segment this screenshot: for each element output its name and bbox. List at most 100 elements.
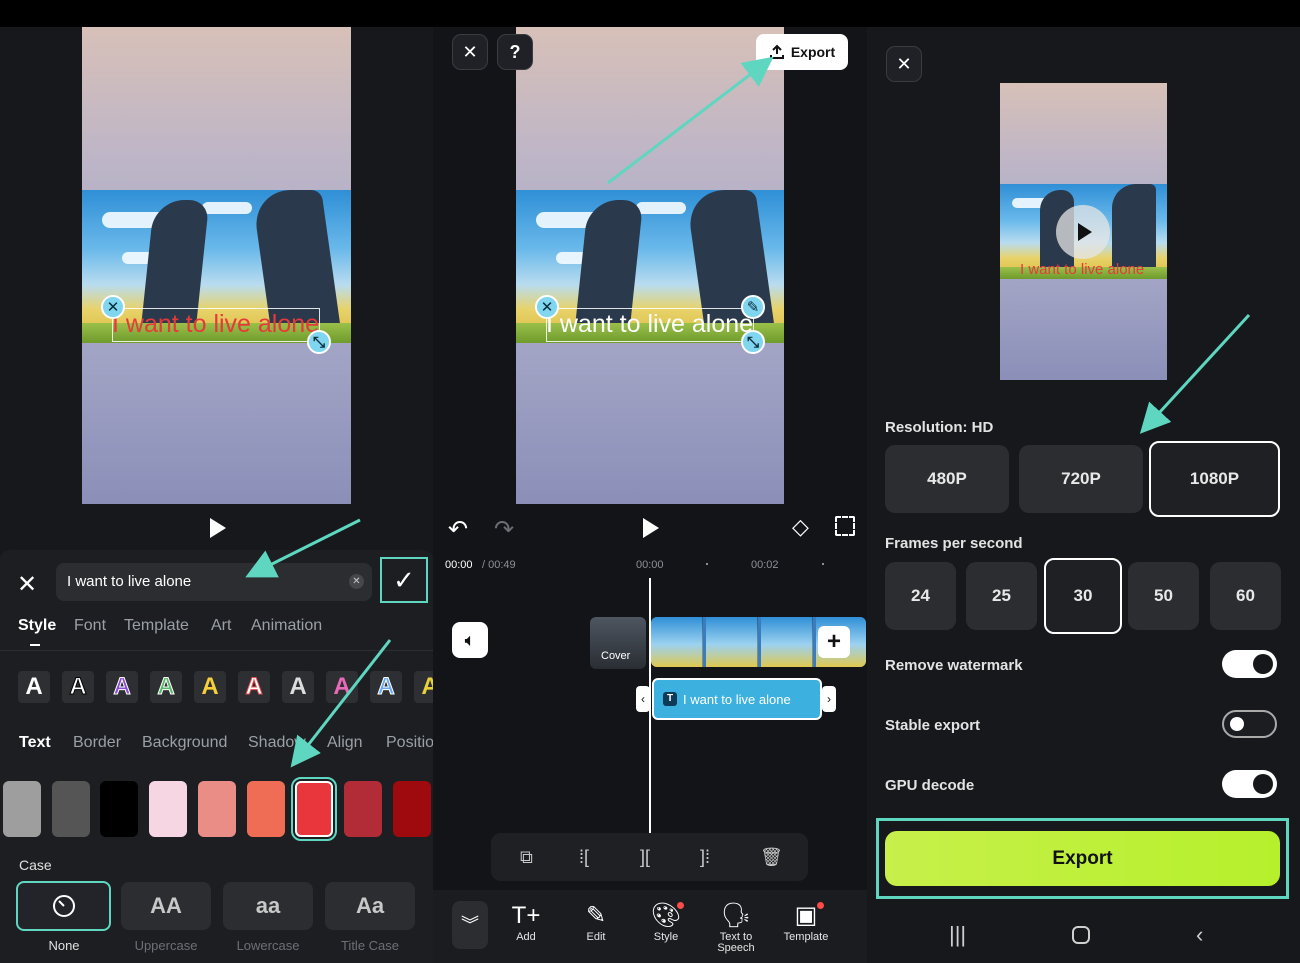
add-clip-button[interactable]: +	[818, 626, 850, 658]
playhead[interactable]	[649, 578, 651, 833]
export-button[interactable]: Export	[756, 34, 848, 70]
delete-text-handle[interactable]: ✕	[535, 295, 559, 319]
resolution-1080p[interactable]: 1080P	[1149, 441, 1280, 517]
text-to-speech-icon: 🗣︎	[720, 902, 752, 929]
duplicate-icon[interactable]: ⧉	[520, 847, 533, 868]
fps-25[interactable]: 25	[966, 562, 1037, 630]
color-swatch[interactable]	[52, 781, 90, 837]
color-swatch[interactable]	[198, 781, 236, 837]
toolbar-add[interactable]: T+ Add	[491, 900, 561, 943]
toolbar-edit[interactable]: ✎ Edit	[561, 900, 631, 943]
mute-audio-button[interactable]: 🔈︎	[452, 622, 488, 658]
recent-apps-icon[interactable]: |||	[949, 922, 966, 948]
cover-thumbnail[interactable]: Cover	[590, 617, 646, 669]
color-swatch[interactable]	[3, 781, 41, 837]
delete-icon[interactable]: 🗑︎	[760, 847, 783, 868]
fps-label: Frames per second	[885, 535, 1023, 552]
template-icon: ▣	[794, 902, 818, 929]
confirm-check-button[interactable]: ✓	[380, 557, 428, 603]
toolbar-style[interactable]: 🎨︎ Style	[631, 900, 701, 943]
collapse-chevron-icon[interactable]: ︾	[452, 901, 488, 949]
case-uppercase-button[interactable]: AA	[121, 882, 211, 930]
undo-icon[interactable]: ↶	[448, 515, 468, 544]
color-swatch[interactable]	[149, 781, 187, 837]
case-none-button[interactable]	[16, 881, 111, 931]
text-clip[interactable]: T I want to live alone	[652, 678, 822, 720]
style-preset-grey[interactable]: A	[282, 671, 314, 703]
subtab-border[interactable]: Border	[73, 734, 121, 752]
close-button[interactable]: ✕	[452, 34, 488, 70]
gpu-decode-label: GPU decode	[885, 777, 975, 794]
fullscreen-icon[interactable]	[835, 516, 855, 536]
style-preset-blue[interactable]: A	[370, 671, 402, 703]
fps-60[interactable]: 60	[1210, 562, 1281, 630]
export-final-button[interactable]: Export	[885, 831, 1280, 886]
delete-text-handle[interactable]: ✕	[101, 295, 125, 319]
resolution-480p[interactable]: 480P	[885, 445, 1009, 513]
clear-input-icon[interactable]: ✕	[349, 574, 364, 589]
text-input[interactable]: I want to live alone ✕	[56, 563, 372, 601]
tab-art[interactable]: Art	[211, 617, 231, 635]
gpu-decode-toggle[interactable]	[1222, 770, 1277, 798]
color-swatch[interactable]	[344, 781, 382, 837]
video-preview[interactable]: I want to live alone ✕ ⤡	[82, 27, 351, 504]
close-button[interactable]: ✕	[886, 46, 922, 82]
help-button[interactable]: ?	[497, 34, 533, 70]
trim-right-handle[interactable]: ›	[822, 686, 836, 712]
fps-30[interactable]: 30	[1044, 558, 1122, 634]
redo-icon[interactable]: ↷	[494, 515, 514, 544]
close-icon: ✕	[462, 41, 478, 62]
split-left-icon[interactable]: ⁞[	[579, 847, 589, 868]
style-preset-green[interactable]: A	[150, 671, 182, 703]
export-preview[interactable]: I want to live alone	[1000, 83, 1167, 380]
style-preset-plain[interactable]: A	[18, 671, 50, 703]
close-icon[interactable]: ✕	[17, 570, 37, 599]
case-lowercase-button[interactable]: aa	[223, 882, 313, 930]
subtab-shadow[interactable]: Shadow	[248, 734, 306, 752]
subtitle-text[interactable]: I want to live alone	[546, 310, 753, 339]
style-preset-outline[interactable]: A	[62, 671, 94, 703]
fps-50[interactable]: 50	[1128, 562, 1199, 630]
subtab-background[interactable]: Background	[142, 734, 227, 752]
resolution-720p[interactable]: 720P	[1019, 445, 1143, 513]
play-icon[interactable]	[210, 518, 226, 538]
style-preset-red-outline[interactable]: A	[238, 671, 270, 703]
play-icon[interactable]	[643, 518, 659, 538]
tab-font[interactable]: Font	[74, 617, 106, 635]
color-swatch[interactable]	[291, 777, 337, 841]
subtab-align[interactable]: Align	[327, 734, 363, 752]
subtab-position[interactable]: Positio	[386, 734, 434, 752]
fps-24[interactable]: 24	[885, 562, 956, 630]
back-icon[interactable]: ‹	[1196, 922, 1203, 948]
trim-left-handle[interactable]: ‹	[636, 686, 650, 712]
resize-handle[interactable]: ⤡	[741, 330, 765, 354]
resize-handle[interactable]: ⤡	[307, 330, 331, 354]
resolution-label: Resolution: HD	[885, 419, 994, 436]
stable-export-toggle[interactable]	[1222, 710, 1277, 738]
video-preview[interactable]: I want to live alone ✕ ✎ ⤡	[516, 27, 784, 504]
status-bar	[0, 0, 433, 27]
color-swatch[interactable]	[247, 781, 285, 837]
style-preset-pink[interactable]: A	[326, 671, 358, 703]
remove-watermark-label: Remove watermark	[885, 657, 1023, 674]
toolbar-text-to-speech[interactable]: 🗣︎ Text to Speech	[701, 900, 771, 954]
edit-text-handle[interactable]: ✎	[741, 295, 765, 319]
tab-style[interactable]: Style	[18, 617, 56, 635]
keyframe-icon[interactable]: ◇	[792, 514, 809, 540]
color-swatch[interactable]	[393, 781, 431, 837]
tab-animation[interactable]: Animation	[251, 617, 322, 635]
style-preset-purple[interactable]: A	[106, 671, 138, 703]
close-icon: ✕	[896, 53, 912, 74]
home-icon[interactable]	[1072, 926, 1090, 944]
toolbar-template[interactable]: ▣ Template	[771, 900, 841, 943]
subtitle-text[interactable]: I want to live alone	[112, 310, 319, 339]
remove-watermark-toggle[interactable]	[1222, 650, 1277, 678]
case-titlecase-button[interactable]: Aa	[325, 882, 415, 930]
style-preset-yellow[interactable]: A	[194, 671, 226, 703]
subtab-text[interactable]: Text	[19, 734, 51, 752]
split-icon[interactable]: ][	[640, 847, 650, 868]
split-right-icon[interactable]: ]⁞	[700, 847, 710, 868]
color-swatch[interactable]	[100, 781, 138, 837]
tab-template[interactable]: Template	[124, 617, 189, 635]
preview-play-button[interactable]	[1056, 205, 1110, 259]
